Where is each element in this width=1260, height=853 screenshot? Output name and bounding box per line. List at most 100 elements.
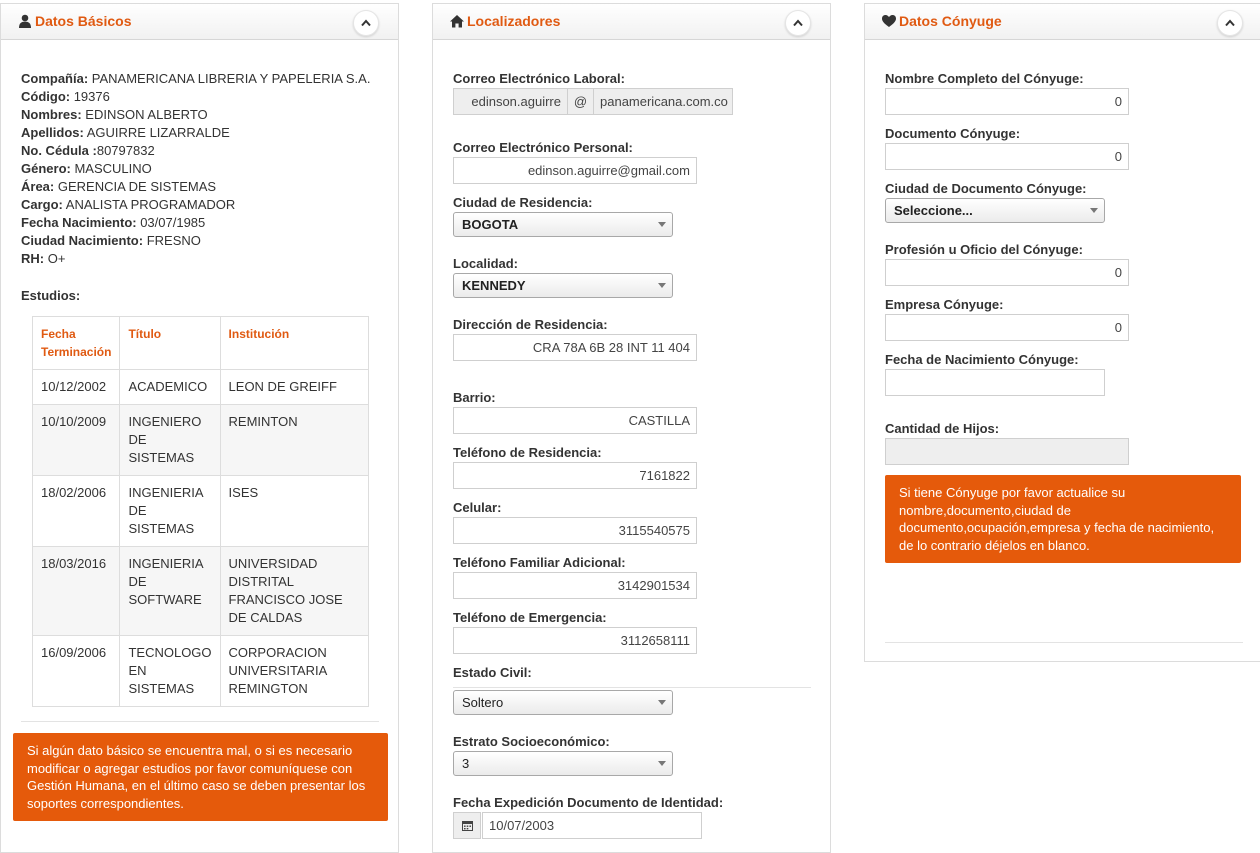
basic-info-value: PANAMERICANA LIBRERIA Y PAPELERIA S.A. [88,71,371,86]
spouse-title: Datos Cónyuge [881,13,1002,29]
basic-data-collapse-button[interactable] [353,10,379,36]
basic-info-line: No. Cédula :80797832 [21,143,155,158]
address-field[interactable]: CRA 78A 6B 28 INT 11 404 [453,334,697,361]
basic-info-label: Apellidos: [21,125,84,140]
civil-status-select-value: Soltero [462,695,504,710]
heart-icon [882,15,896,27]
spouse-birth-label: Fecha de Nacimiento Cónyuge: [885,352,1079,367]
basic-info-value: O+ [44,251,66,266]
home-icon [450,15,464,28]
locality-label: Localidad: [453,256,519,271]
locators-title: Localizadores [449,13,560,29]
basic-info-line: Área: GERENCIA DE SISTEMAS [21,179,216,194]
studies-header-title: Título [119,316,221,370]
spouse-company-field[interactable]: 0 [885,314,1129,341]
table-row: 18/03/2016 INGENIERIA DE SOFTWARE UNIVERSI… [31,546,370,636]
address-label: Dirección de Residencia: [453,317,608,332]
study-date-cell: 10/12/2002 [31,369,121,405]
basic-info-value: AGUIRRE LIZARRALDE [83,125,230,140]
basic-info-value: 03/07/1985 [136,215,206,230]
city-select[interactable]: BOGOTA [453,212,673,237]
basic-info-line: Apellidos: AGUIRRE LIZARRALDE [21,125,230,140]
spouse-doc-city-select[interactable]: Seleccione... [885,198,1105,223]
basic-info-value: ANALISTA PROGRAMADOR [62,197,236,212]
chevron-up-icon [361,19,371,27]
stratum-label: Estrato Socioeconómico: [453,734,610,749]
id-date-calendar-button[interactable] [453,812,481,839]
table-row: 10/12/2002 ACADEMICO LEON DE GREIFF [31,369,370,405]
basic-info-line: Género: MASCULINO [21,161,152,176]
spouse-collapse-button[interactable] [1217,10,1243,36]
basic-info-label: Género: [21,161,71,176]
study-title-cell: INGENIERIA DE SISTEMAS [119,475,221,547]
basic-info-line: Ciudad Nacimiento: FRESNO [21,233,201,248]
locators-header: Localizadores [433,4,830,40]
basic-info-value: GERENCIA DE SISTEMAS [54,179,217,194]
family-phone-label: Teléfono Familiar Adicional: [453,555,626,570]
family-phone-field[interactable]: 3142901534 [453,572,697,599]
home-phone-label: Teléfono de Residencia: [453,445,602,460]
studies-header-row: Fecha Terminación Título Institución [31,316,370,370]
personal-email-field[interactable]: edinson.aguirre@gmail.com [453,157,697,184]
basic-info-label: RH: [21,251,45,266]
table-row: 10/10/2009 INGENIERO DE SISTEMAS REMINTON [31,404,370,476]
calendar-icon [461,821,473,831]
study-date-cell: 10/10/2009 [31,404,121,476]
table-row: 18/02/2006 INGENIERIA DE SISTEMAS ISES [31,475,370,547]
basic-info-label: Código: [21,89,71,104]
spouse-header: Datos Cónyuge [865,4,1260,40]
basic-data-header: Datos Básicos [1,4,398,40]
id-date-label: Fecha Expedición Documento de Identidad: [453,795,724,810]
city-label: Ciudad de Residencia: [453,195,593,210]
basic-info-label: Cargo: [21,197,63,212]
basic-info-label: Ciudad Nacimiento: [21,233,144,248]
basic-info-label: Área: [21,179,55,194]
study-institution-cell: ISES [219,475,370,547]
spouse-name-label: Nombre Completo del Cónyuge: [885,71,1084,86]
mobile-field[interactable]: 3115540575 [453,517,697,544]
stratum-select[interactable]: 3 [453,751,673,776]
basic-info-line: Código: 19376 [21,89,110,104]
locality-select-value: KENNEDY [462,278,526,293]
work-email-user-field[interactable]: edinson.aguirre [453,88,568,115]
studies-header-institution: Institución [219,316,370,370]
spouse-doc-city-label: Ciudad de Documento Cónyuge: [885,181,1087,196]
spouse-children-label: Cantidad de Hijos: [885,421,1000,436]
stratum-select-value: 3 [462,756,470,771]
spouse-doc-label: Documento Cónyuge: [885,126,1021,141]
mobile-label: Celular: [453,500,502,515]
work-email-domain-field[interactable]: panamericana.com.co [593,88,733,115]
spouse-doc-city-select-value: Seleccione... [894,203,973,218]
spouse-birth-field[interactable] [885,369,1105,396]
neighborhood-field[interactable]: CASTILLA [453,407,697,434]
spouse-doc-field[interactable]: 0 [885,143,1129,170]
chevron-down-icon [1090,208,1098,213]
study-date-cell: 18/03/2016 [31,546,121,636]
basic-info-label: Fecha Nacimiento: [21,215,137,230]
basic-info-label: Compañía: [21,71,89,86]
basic-info-value: 80797832 [96,143,155,158]
chevron-up-icon [793,19,803,27]
spouse-company-label: Empresa Cónyuge: [885,297,1004,312]
home-phone-field[interactable]: 7161822 [453,462,697,489]
chevron-down-icon [658,222,666,227]
basic-info-label: Nombres: [21,107,82,122]
work-email-at-addon: @ [567,88,594,115]
spouse-name-field[interactable]: 0 [885,88,1129,115]
emergency-phone-label: Teléfono de Emergencia: [453,610,607,625]
study-date-cell: 18/02/2006 [31,475,121,547]
emergency-phone-field[interactable]: 3112658111 [453,627,697,654]
work-email-label: Correo Electrónico Laboral: [453,71,625,86]
civil-status-select[interactable]: Soltero [453,690,673,715]
id-date-field[interactable]: 10/07/2003 [482,812,702,839]
locators-collapse-button[interactable] [785,10,811,36]
spouse-divider [885,642,1243,643]
study-date-cell: 16/09/2006 [31,635,121,707]
civil-status-label: Estado Civil: [453,665,532,680]
civil-status-divider [453,687,811,688]
locators-panel: Localizadores Correo Electrónico Laboral… [432,3,831,853]
chevron-down-icon [658,761,666,766]
locality-select[interactable]: KENNEDY [453,273,673,298]
spouse-profession-field[interactable]: 0 [885,259,1129,286]
basic-info-value: MASCULINO [70,161,152,176]
